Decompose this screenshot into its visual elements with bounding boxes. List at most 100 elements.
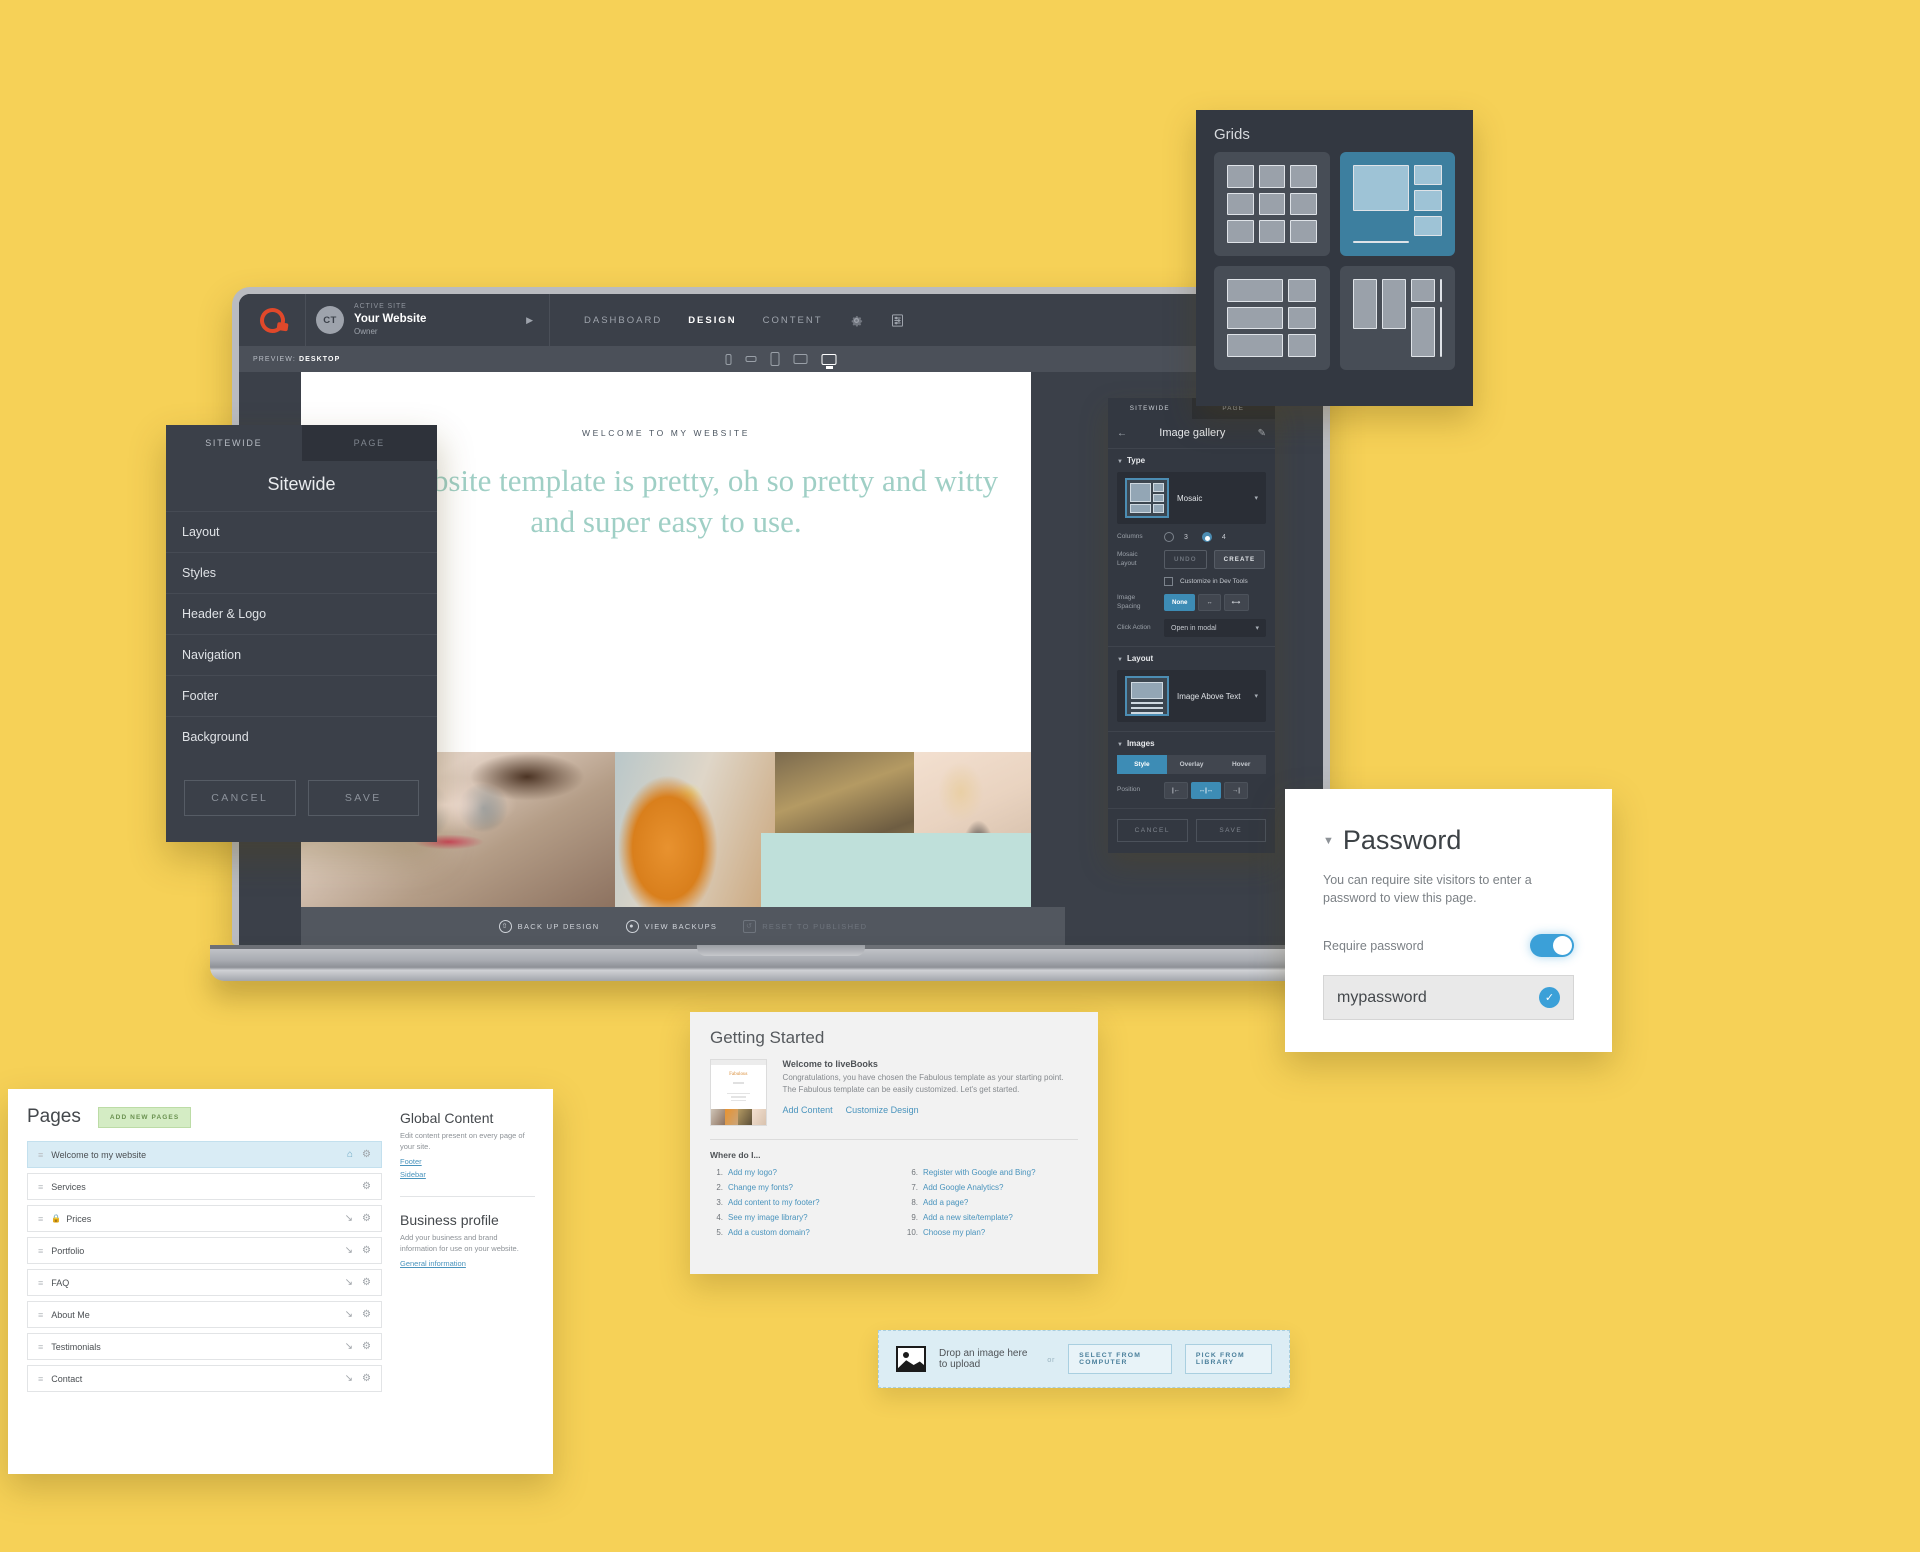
sidebar-item-footer[interactable]: Footer [166, 675, 437, 716]
sidebar-item-navigation[interactable]: Navigation [166, 634, 437, 675]
global-content-link-sidebar[interactable]: Sidebar [400, 1170, 535, 1179]
table-row[interactable]: ≡ 🔒 Prices ↘ ⚙ [27, 1205, 382, 1232]
gallery-cancel-button[interactable]: CANCEL [1117, 819, 1188, 842]
indent-icon[interactable]: ↘ [345, 1341, 353, 1352]
tablet-portrait-icon[interactable] [770, 352, 780, 366]
desktop-icon[interactable] [821, 353, 837, 365]
drag-handle-icon[interactable]: ≡ [38, 1374, 43, 1384]
password-input[interactable]: mypassword [1337, 989, 1539, 1007]
gallery-save-button[interactable]: SAVE [1195, 819, 1266, 842]
list-item[interactable]: 1. Add my logo? [710, 1168, 883, 1177]
table-row[interactable]: ≡ Welcome to my website ⌂ ⚙ [27, 1141, 382, 1168]
sidebar-item-header-logo[interactable]: Header & Logo [166, 593, 437, 634]
list-item[interactable]: 3. Add content to my footer? [710, 1198, 883, 1207]
gear-icon[interactable]: ⚙ [362, 1373, 371, 1384]
global-content-link-footer[interactable]: Footer [400, 1157, 535, 1166]
table-row[interactable]: ≡ About Me ↘ ⚙ [27, 1301, 382, 1328]
table-row[interactable]: ≡ Contact ↘ ⚙ [27, 1365, 382, 1392]
list-item[interactable]: 7. Add Google Analytics? [905, 1183, 1078, 1192]
columns-radio-3[interactable] [1164, 532, 1174, 542]
home-icon[interactable]: ⌂ [347, 1149, 353, 1160]
gear-icon[interactable]: ⚙ [362, 1181, 371, 1192]
align-center-icon[interactable]: ↔|↔ [1190, 782, 1222, 799]
tab-overlay[interactable]: Overlay [1166, 755, 1217, 774]
list-item[interactable]: 4. See my image library? [710, 1213, 883, 1222]
view-backups-button[interactable]: ● VIEW BACKUPS [625, 919, 718, 933]
drag-handle-icon[interactable]: ≡ [38, 1342, 43, 1352]
phone-portrait-icon[interactable] [725, 353, 732, 365]
tab-sitewide[interactable]: SITEWIDE [166, 425, 302, 461]
grid-option-mosaic[interactable] [1339, 152, 1455, 256]
image-upload-dropzone[interactable]: Drop an image here to upload or SELECT F… [878, 1330, 1290, 1388]
images-section-title[interactable]: ▼ Images [1117, 732, 1266, 755]
customize-devtools-checkbox[interactable] [1164, 577, 1173, 586]
create-button[interactable]: CREATE [1213, 550, 1266, 569]
drag-handle-icon[interactable]: ≡ [38, 1246, 43, 1256]
indent-icon[interactable]: ↘ [345, 1373, 353, 1384]
gear-icon[interactable]: ⚙ [362, 1309, 371, 1320]
indent-icon[interactable]: ↘ [345, 1309, 353, 1320]
gallery-layout-select[interactable]: Image Above Text ▾ [1117, 670, 1266, 722]
sidebar-item-layout[interactable]: Layout [166, 511, 437, 552]
list-item[interactable]: 10. Choose my plan? [905, 1228, 1078, 1237]
columns-radio-4[interactable] [1201, 532, 1212, 542]
gear-icon[interactable]: ⚙ [362, 1213, 371, 1224]
list-item[interactable]: 5. Add a custom domain? [710, 1228, 883, 1237]
drag-handle-icon[interactable]: ≡ [38, 1182, 43, 1192]
check-circle-icon[interactable]: ✓ [1539, 987, 1560, 1009]
align-right-icon[interactable]: →| [1224, 782, 1248, 799]
layout-section-title[interactable]: ▼ Layout [1117, 647, 1266, 670]
table-row[interactable]: ≡ Services ⚙ [27, 1173, 382, 1200]
back-arrow-icon[interactable]: ← [1117, 428, 1127, 439]
business-profile-link-general[interactable]: General information [400, 1259, 535, 1268]
phone-landscape-icon[interactable] [745, 356, 757, 362]
gallery-tab-sitewide[interactable]: SITEWIDE [1108, 398, 1192, 419]
spacing-narrow-icon[interactable]: ↔ [1198, 594, 1221, 611]
add-content-link[interactable]: Add Content [783, 1105, 833, 1115]
grid-option-vertical[interactable] [1339, 266, 1455, 370]
sidebar-item-background[interactable]: Background [166, 716, 437, 757]
active-site-selector[interactable]: CT ACTIVE SITE Your Website Owner ▶ [305, 294, 550, 346]
grid-option-banner[interactable] [1214, 266, 1330, 370]
drag-handle-icon[interactable]: ≡ [38, 1214, 43, 1224]
table-row[interactable]: ≡ Testimonials ↘ ⚙ [27, 1333, 382, 1360]
indent-icon[interactable]: ↘ [345, 1245, 353, 1256]
indent-icon[interactable]: ↘ [345, 1213, 353, 1224]
gear-icon[interactable]: ⚙ [362, 1149, 371, 1160]
align-left-icon[interactable]: |← [1164, 782, 1188, 799]
gear-icon[interactable]: ⚙ [362, 1245, 371, 1256]
drag-handle-icon[interactable]: ≡ [38, 1150, 43, 1160]
list-item[interactable]: 2. Change my fonts? [710, 1183, 883, 1192]
drag-handle-icon[interactable]: ≡ [38, 1310, 43, 1320]
click-action-select[interactable]: Open in modal ▾ [1164, 619, 1266, 637]
password-input-wrap[interactable]: mypassword ✓ [1323, 975, 1574, 1021]
tablet-landscape-icon[interactable] [793, 354, 808, 364]
cancel-button[interactable]: CANCEL [184, 780, 296, 816]
list-item[interactable]: 6. Register with Google and Bing? [905, 1168, 1078, 1177]
type-section-title[interactable]: ▼ Type [1117, 449, 1266, 472]
require-password-toggle[interactable] [1530, 934, 1574, 958]
tab-style[interactable]: Style [1117, 755, 1167, 774]
backup-design-button[interactable]: ⇧ BACK UP DESIGN [498, 919, 600, 933]
gallery-type-select[interactable]: Mosaic ▾ [1117, 472, 1266, 524]
gear-icon[interactable] [849, 313, 864, 328]
gear-icon[interactable]: ⚙ [362, 1341, 371, 1352]
add-new-pages-button[interactable]: ADD NEW PAGES [97, 1106, 192, 1128]
pick-from-library-button[interactable]: PICK FROM LIBRARY [1184, 1344, 1272, 1374]
sidebar-item-styles[interactable]: Styles [166, 552, 437, 593]
tab-hover[interactable]: Hover [1216, 755, 1267, 774]
gear-icon[interactable]: ⚙ [362, 1277, 371, 1288]
drag-handle-icon[interactable]: ≡ [38, 1278, 43, 1288]
indent-icon[interactable]: ↘ [345, 1277, 353, 1288]
save-button[interactable]: SAVE [307, 780, 419, 816]
table-row[interactable]: ≡ Portfolio ↘ ⚙ [27, 1237, 382, 1264]
select-from-computer-button[interactable]: SELECT FROM COMPUTER [1068, 1344, 1172, 1374]
reset-to-published-button[interactable]: ↺ RESET TO PUBLISHED [743, 919, 867, 933]
list-item[interactable]: 8. Add a page? [905, 1198, 1078, 1207]
nav-design[interactable]: DESIGN [688, 315, 736, 326]
nav-content[interactable]: CONTENT [763, 315, 823, 326]
grid-option-uniform[interactable] [1214, 152, 1330, 256]
sliders-icon[interactable] [890, 313, 905, 328]
customize-design-link[interactable]: Customize Design [846, 1105, 919, 1115]
list-item[interactable]: 9. Add a new site/template? [905, 1213, 1078, 1222]
